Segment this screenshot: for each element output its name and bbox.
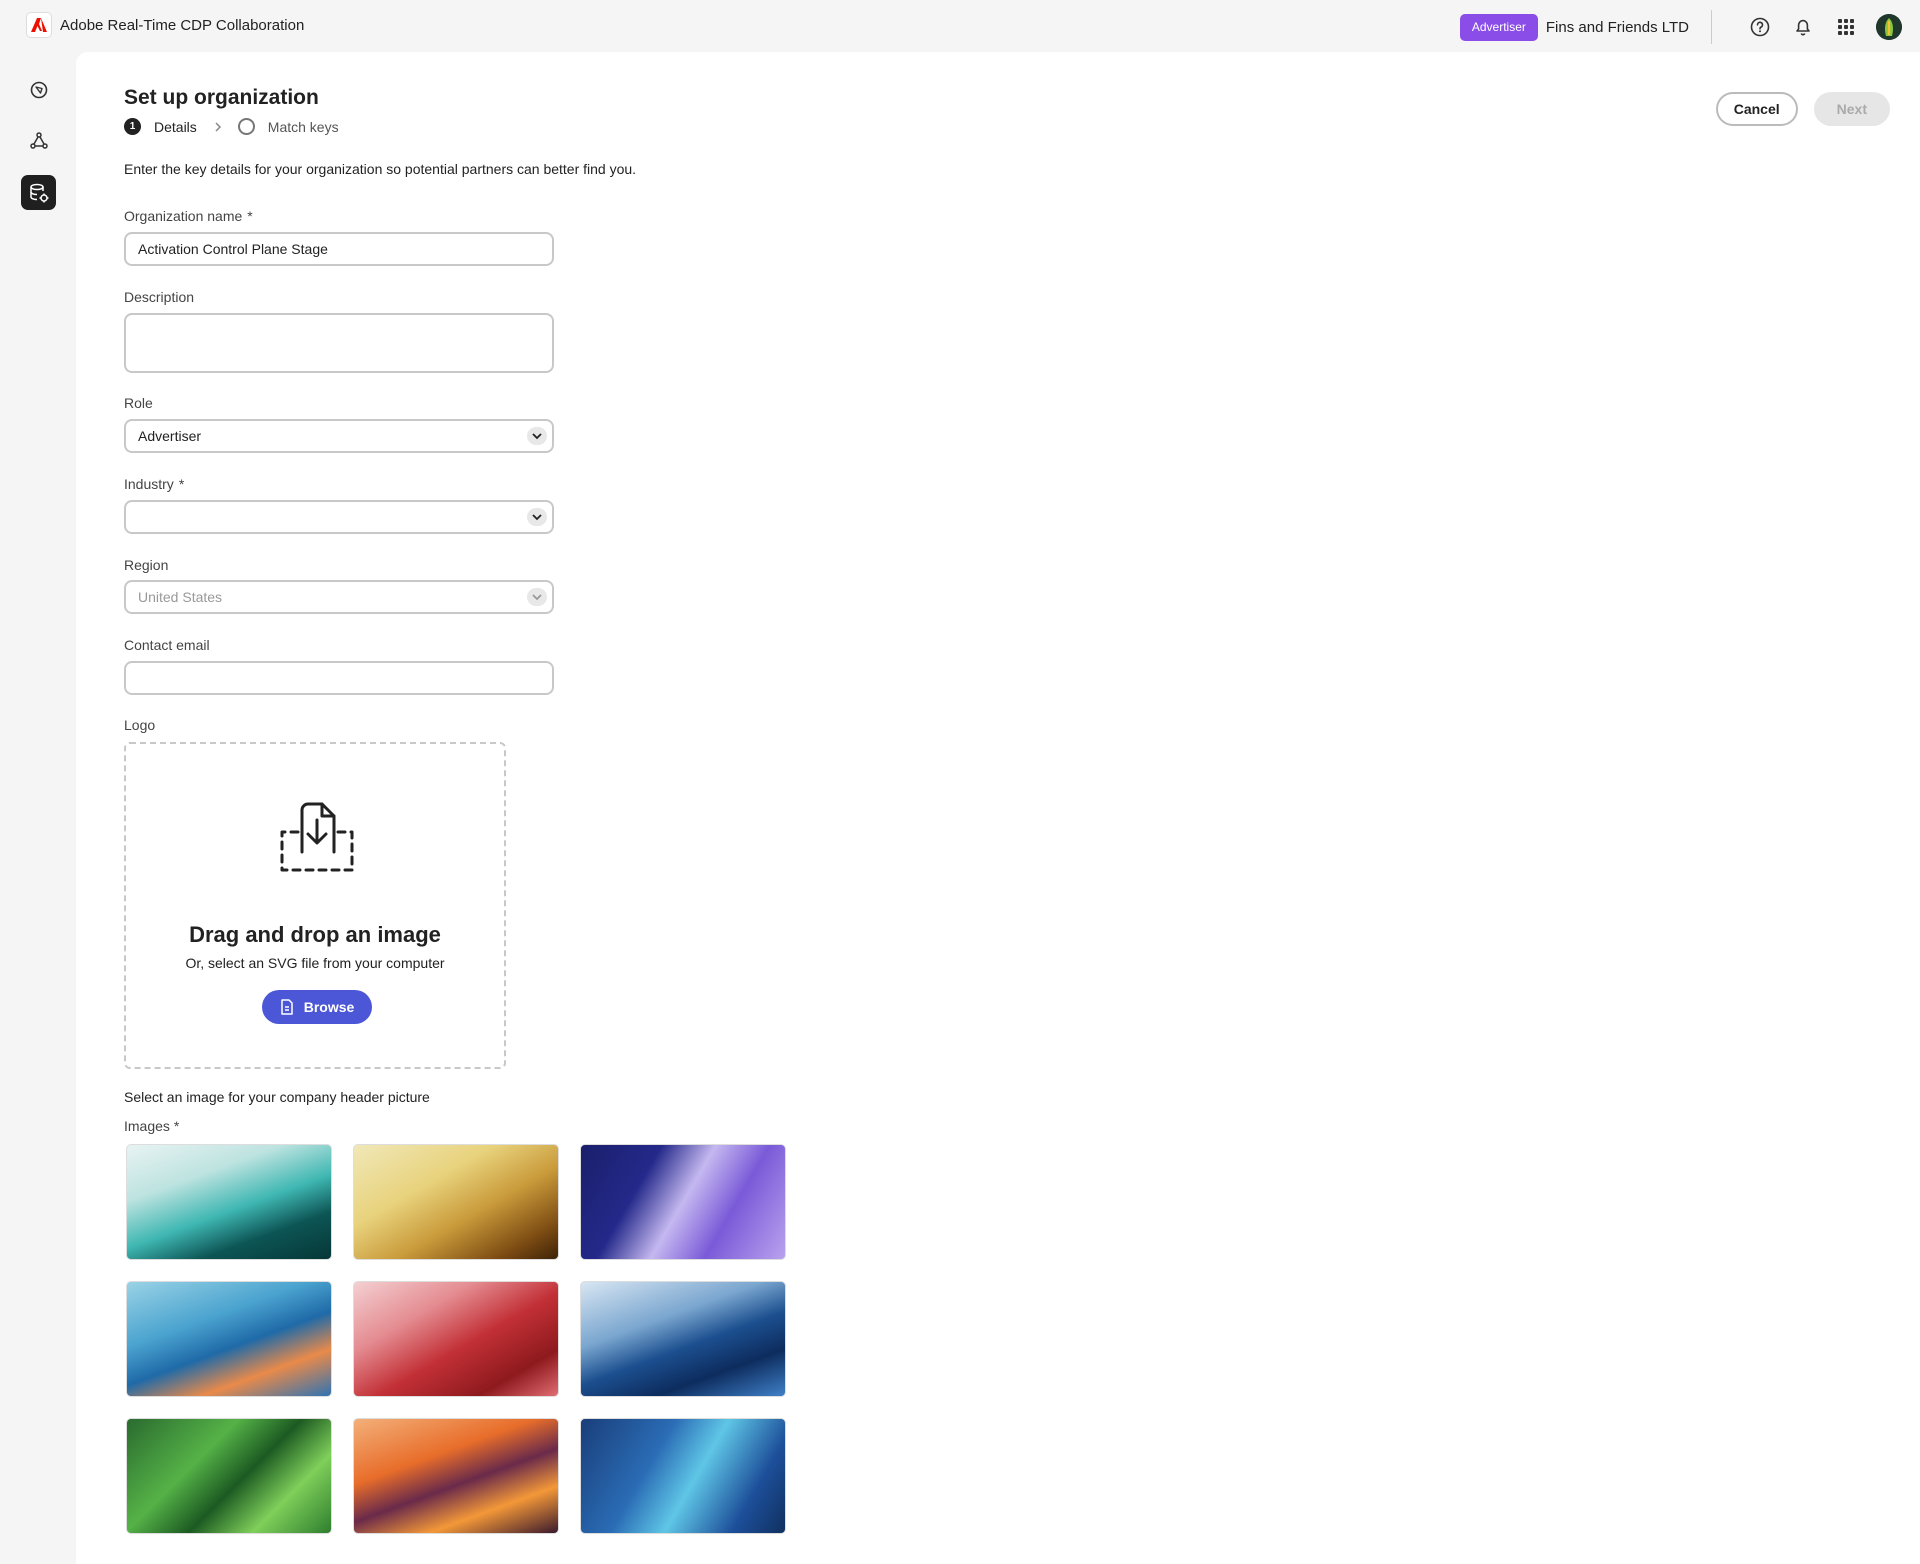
header-image-orange-wave[interactable]: [353, 1418, 559, 1534]
header-image-blue-lines[interactable]: [580, 1418, 786, 1534]
chevron-down-icon: [527, 508, 547, 526]
database-settings-icon[interactable]: [21, 175, 56, 210]
dropzone-title: Drag and drop an image: [189, 922, 441, 947]
images-label-text: Images: [124, 1118, 170, 1134]
required-mark: *: [247, 208, 253, 224]
browse-button[interactable]: Browse: [262, 990, 372, 1024]
step-1-number: 1: [124, 118, 141, 135]
dropzone-subtitle: Or, select an SVG file from your compute…: [185, 955, 445, 971]
step-match-keys[interactable]: Match keys: [268, 119, 339, 135]
description-textarea[interactable]: [124, 313, 554, 373]
header-image-red-wave[interactable]: [353, 1281, 559, 1397]
industry-label: Industry *: [124, 476, 184, 492]
org-name-label: Organization name *: [124, 208, 253, 224]
role-select[interactable]: Advertiser: [124, 419, 554, 453]
avatar[interactable]: [1876, 14, 1902, 40]
industry-select[interactable]: [124, 500, 554, 534]
role-label: Role: [124, 395, 153, 411]
main-panel: Set up organization 1 Details Match keys…: [76, 52, 1920, 1564]
region-label: Region: [124, 557, 169, 573]
chevron-down-icon: [527, 427, 547, 445]
stepper: 1 Details Match keys: [124, 118, 339, 135]
logo-dropzone[interactable]: Drag and drop an image Or, select an SVG…: [124, 742, 506, 1069]
app-title: Adobe Real-Time CDP Collaboration: [60, 16, 305, 34]
connections-icon[interactable]: [21, 123, 56, 158]
chevron-right-icon: [214, 121, 222, 133]
page-title: Set up organization: [124, 86, 319, 109]
cancel-button[interactable]: Cancel: [1715, 92, 1798, 126]
header-actions: Cancel Next: [1715, 92, 1890, 126]
role-value: Advertiser: [138, 428, 202, 444]
images-label: Images *: [124, 1118, 179, 1134]
next-button[interactable]: Next: [1813, 92, 1890, 126]
description-label: Description: [124, 289, 195, 305]
header-picture-prompt: Select an image for your company header …: [124, 1089, 430, 1105]
region-value: United States: [138, 589, 223, 605]
apps-grid-icon[interactable]: [1833, 14, 1859, 40]
chevron-down-icon: [527, 588, 547, 606]
org-name-input[interactable]: Activation Control Plane Stage: [124, 232, 554, 266]
top-bar: Adobe Real-Time CDP Collaboration Advert…: [0, 0, 1920, 50]
bell-icon[interactable]: [1790, 14, 1816, 40]
top-right-controls: Advertiser Fins and Friends LTD: [1459, 10, 1902, 44]
discover-icon[interactable]: [21, 72, 56, 107]
header-image-green-geometric[interactable]: [126, 1418, 332, 1534]
help-icon[interactable]: [1747, 14, 1773, 40]
header-image-navy-wave[interactable]: [580, 1281, 786, 1397]
org-name-value: Activation Control Plane Stage: [138, 241, 328, 257]
intro-text: Enter the key details for your organizat…: [124, 161, 637, 177]
step-2-indicator: [237, 118, 255, 135]
region-select[interactable]: United States: [124, 580, 554, 614]
email-field[interactable]: [124, 661, 554, 695]
required-mark: *: [173, 1118, 180, 1134]
role-badge: Advertiser: [1459, 13, 1538, 41]
header-image-gold-wave[interactable]: [353, 1144, 559, 1260]
required-mark: *: [178, 476, 185, 492]
header-image-purple-wave[interactable]: [580, 1144, 786, 1260]
top-divider: [1711, 10, 1712, 44]
email-label: Contact email: [124, 637, 210, 653]
industry-label-text: Industry: [124, 476, 174, 492]
step-details[interactable]: Details: [154, 119, 197, 135]
header-image-teal-wave[interactable]: [126, 1144, 332, 1260]
left-rail: [0, 50, 76, 1564]
adobe-logo-icon: [26, 12, 52, 38]
browse-label: Browse: [303, 999, 355, 1015]
file-icon: [280, 999, 294, 1015]
org-switcher[interactable]: Fins and Friends LTD: [1546, 19, 1689, 36]
logo-label: Logo: [124, 717, 156, 733]
header-image-blue-orange-wave[interactable]: [126, 1281, 332, 1397]
org-name-label-text: Organization name: [124, 208, 243, 224]
upload-icon: [276, 802, 358, 879]
brand[interactable]: Adobe Real-Time CDP Collaboration: [26, 12, 304, 38]
